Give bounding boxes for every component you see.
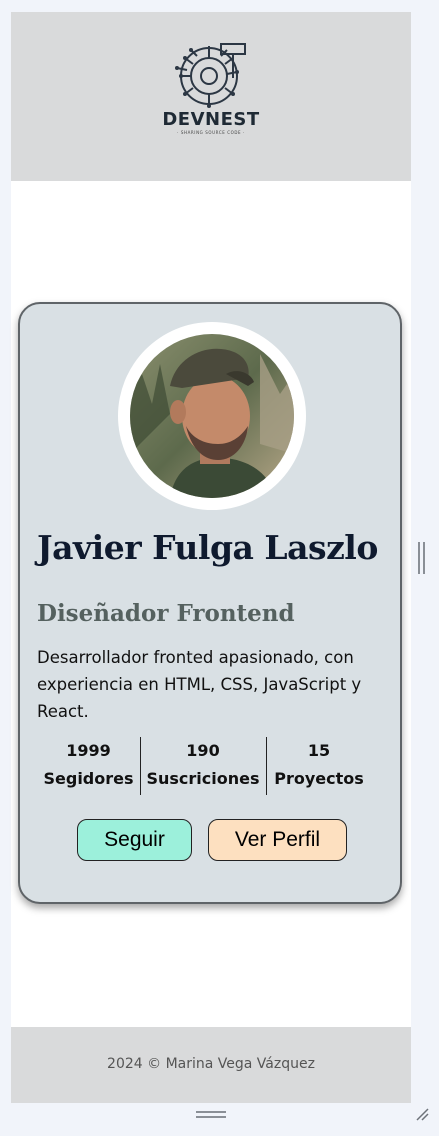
resize-grip-icon[interactable] <box>414 1106 430 1122</box>
stat-followers: 1999 Segidores <box>37 737 141 795</box>
follow-button[interactable]: Seguir <box>77 819 192 861</box>
devnest-logo-icon <box>175 43 246 108</box>
stat-label: Proyectos <box>274 769 364 788</box>
stat-label: Suscriciones <box>146 769 260 788</box>
profile-bio: Desarrollador fronted apasionado, con ex… <box>37 648 362 721</box>
footer-copyright: 2024 © Marina Vega Vázquez <box>107 1056 315 1072</box>
view-profile-button[interactable]: Ver Perfil <box>208 819 347 861</box>
site-footer: 2024 © Marina Vega Vázquez <box>11 1027 411 1103</box>
stat-value: 1999 <box>66 741 111 760</box>
profile-name: Javier Fulga Laszlo <box>37 528 378 567</box>
scrollbar-handle[interactable] <box>418 542 426 574</box>
stat-projects: 15 Proyectos <box>266 737 372 795</box>
stat-label: Segidores <box>43 769 134 788</box>
profile-card: Javier Fulga Laszlo Diseñador Frontend D… <box>18 302 402 904</box>
bottom-drag-handle[interactable] <box>196 1111 226 1119</box>
profile-stats: 1999 Segidores 190 Suscriciones 15 Proye… <box>37 737 387 795</box>
logo-tagline: · SHARING SOURCE CODE · <box>177 130 245 135</box>
site-header: DEVNEST · SHARING SOURCE CODE · <box>11 12 411 181</box>
stat-subscriptions: 190 Suscriciones <box>140 737 267 795</box>
avatar-ring <box>118 322 306 510</box>
avatar-photo <box>130 334 294 498</box>
devnest-logo[interactable]: DEVNEST · SHARING SOURCE CODE · <box>161 38 261 144</box>
page: DEVNEST · SHARING SOURCE CODE · Javier F… <box>11 12 411 1103</box>
stat-value: 15 <box>307 741 331 760</box>
profile-role: Diseñador Frontend <box>37 600 295 627</box>
logo-wordmark: DEVNEST <box>162 109 260 130</box>
stat-value: 190 <box>186 741 220 760</box>
avatar <box>130 334 294 498</box>
